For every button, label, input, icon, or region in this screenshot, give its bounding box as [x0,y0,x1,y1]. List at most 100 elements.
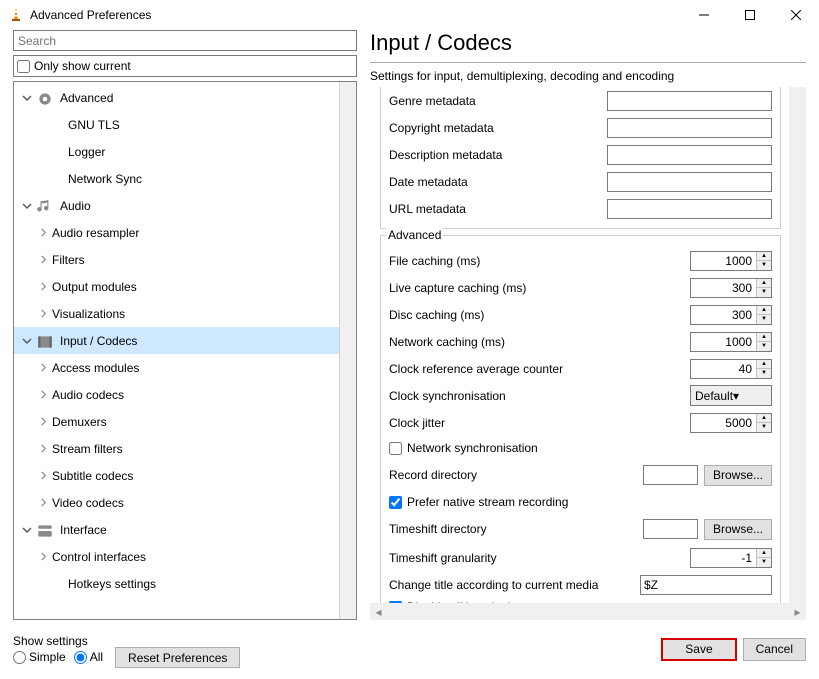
network-sync-checkbox[interactable]: Network synchronisation [389,436,772,460]
chevron-down-icon [20,523,34,537]
file-caching-label: File caching (ms) [389,254,690,268]
network-caching-spin[interactable]: 1000▲▼ [690,332,772,352]
prefer-native-checkbox[interactable]: Prefer native stream recording [389,490,772,514]
tree-item[interactable]: Audio resampler [14,219,339,246]
tree-item[interactable]: Visualizations [14,300,339,327]
show-settings-label: Show settings [13,634,103,648]
url-metadata-input[interactable] [607,199,772,219]
vlc-cone-icon [8,7,24,23]
timeshift-dir-input[interactable] [643,519,698,539]
chevron-right-icon [36,550,50,564]
record-dir-label: Record directory [389,468,637,482]
disc-caching-spin[interactable]: 300▲▼ [690,305,772,325]
date-metadata-input[interactable] [607,172,772,192]
network-caching-label: Network caching (ms) [389,335,690,349]
url-metadata-label: URL metadata [389,202,607,216]
copyright-metadata-label: Copyright metadata [389,121,607,135]
copyright-metadata-input[interactable] [607,118,772,138]
change-title-input[interactable] [640,575,772,595]
close-button[interactable] [773,0,819,30]
timeshift-gran-label: Timeshift granularity [389,551,690,565]
horizontal-scrollbar[interactable]: ◂ ▸ [370,603,806,620]
genre-metadata-input[interactable] [607,91,772,111]
tree-item[interactable]: Input / Codecs [14,327,339,354]
tree-item[interactable]: Stream filters [14,435,339,462]
titlebar: Advanced Preferences [0,0,819,30]
only-show-current-label: Only show current [34,59,131,73]
tree-item[interactable]: Logger [14,138,339,165]
change-title-label: Change title according to current media [389,578,640,592]
window-title: Advanced Preferences [30,8,681,22]
clock-jitter-label: Clock jitter [389,416,690,430]
advanced-group: Advanced File caching (ms)1000▲▼ Live ca… [380,235,781,603]
description-metadata-input[interactable] [607,145,772,165]
metadata-group: Genre metadata Copyright metadata Descri… [380,87,781,229]
tree-item[interactable]: Access modules [14,354,339,381]
all-radio[interactable]: All [74,650,103,664]
chevron-right-icon [36,442,50,456]
chevron-right-icon [36,307,50,321]
chevron-right-icon [36,280,50,294]
record-dir-browse-button[interactable]: Browse... [704,465,772,486]
clock-ref-spin[interactable]: 40▲▼ [690,359,772,379]
chevron-right-icon [36,361,50,375]
maximize-button[interactable] [727,0,773,30]
chevron-down-icon [20,199,34,213]
chevron-right-icon [36,226,50,240]
timeshift-dir-label: Timeshift directory [389,522,637,536]
gear-icon [36,90,54,106]
tree-item[interactable]: Subtitle codecs [14,462,339,489]
timeshift-dir-browse-button[interactable]: Browse... [704,519,772,540]
cancel-button[interactable]: Cancel [743,638,806,661]
date-metadata-label: Date metadata [389,175,607,189]
only-show-current-checkbox[interactable]: Only show current [13,55,357,77]
advanced-group-title: Advanced [386,228,443,242]
file-caching-spin[interactable]: 1000▲▼ [690,251,772,271]
chevron-down-icon: ▾ [733,389,771,403]
tree-item[interactable]: Hotkeys settings [14,570,339,597]
preferences-tree[interactable]: AdvancedGNU TLSLoggerNetwork SyncAudioAu… [14,82,339,619]
tree-item[interactable]: Interface [14,516,339,543]
tree-item[interactable]: Demuxers [14,408,339,435]
tree-item[interactable]: Audio codecs [14,381,339,408]
tree-item[interactable]: Video codecs [14,489,339,516]
tree-item[interactable]: Network Sync [14,165,339,192]
record-dir-input[interactable] [643,465,698,485]
settings-scroll-area[interactable]: Genre metadata Copyright metadata Descri… [370,87,806,603]
page-title: Input / Codecs [370,30,806,63]
simple-radio[interactable]: Simple [13,650,66,664]
search-input[interactable] [13,30,357,51]
tree-scrollbar[interactable] [339,82,356,619]
chevron-right-icon [36,388,50,402]
live-caching-spin[interactable]: 300▲▼ [690,278,772,298]
minimize-button[interactable] [681,0,727,30]
only-show-current-box[interactable] [17,60,30,73]
clock-jitter-spin[interactable]: 5000▲▼ [690,413,772,433]
disc-caching-label: Disc caching (ms) [389,308,690,322]
chevron-right-icon [36,496,50,510]
description-metadata-label: Description metadata [389,148,607,162]
tree-item[interactable]: GNU TLS [14,111,339,138]
chevron-down-icon [20,334,34,348]
live-caching-label: Live capture caching (ms) [389,281,690,295]
clock-sync-label: Clock synchronisation [389,389,690,403]
clock-sync-combo[interactable]: Default▾ [690,385,772,406]
tree-item[interactable]: Filters [14,246,339,273]
chevron-down-icon [20,91,34,105]
tree-item[interactable]: Control interfaces [14,543,339,570]
scroll-left-icon[interactable]: ◂ [370,605,387,619]
iface-icon [36,522,54,538]
save-button[interactable]: Save [661,638,736,661]
tree-item[interactable]: Audio [14,192,339,219]
scroll-right-icon[interactable]: ▸ [789,605,806,619]
tree-item[interactable]: Output modules [14,273,339,300]
audio-icon [36,198,54,214]
chevron-right-icon [36,415,50,429]
reset-preferences-button[interactable]: Reset Preferences [115,647,240,668]
clock-ref-label: Clock reference average counter [389,362,690,376]
tree-item[interactable]: Advanced [14,84,339,111]
genre-metadata-label: Genre metadata [389,94,607,108]
timeshift-gran-spin[interactable]: -1▲▼ [690,548,772,568]
chevron-right-icon [36,469,50,483]
chevron-right-icon [36,253,50,267]
